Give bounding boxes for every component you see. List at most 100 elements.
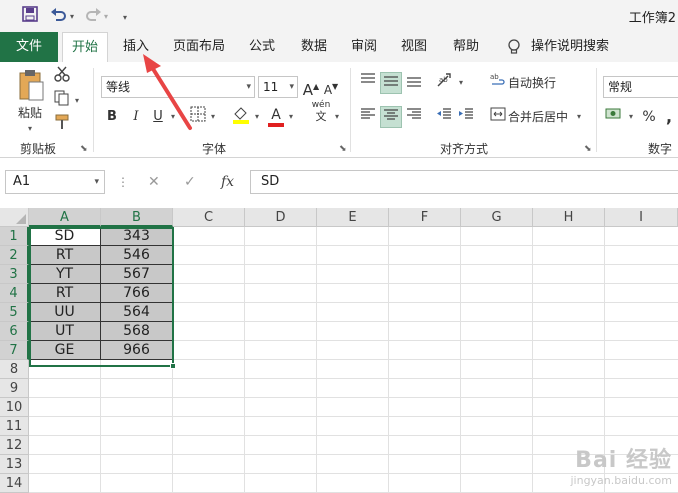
cell-b6[interactable]: 568 [101,322,173,341]
decrease-indent-icon[interactable] [434,106,454,128]
font-color-dropdown-icon[interactable]: ▾ [286,106,296,128]
column-header-g[interactable]: G [461,208,533,227]
row-header-12[interactable]: 12 [0,436,29,455]
redo-icon[interactable] [84,6,102,26]
cell-a7[interactable]: GE [29,341,101,360]
tell-me-search[interactable]: 操作说明搜索 [530,32,610,62]
merge-center-icon[interactable] [488,106,508,128]
insert-function-button[interactable]: fx [221,170,234,194]
cut-icon[interactable] [52,66,72,88]
percent-button[interactable]: % [640,106,658,128]
phonetic-dropdown-icon[interactable]: ▾ [332,106,342,128]
row-header-13[interactable]: 13 [0,455,29,474]
save-icon[interactable] [22,6,38,26]
align-top-icon[interactable] [358,72,378,94]
tab-page-layout[interactable]: 页面布局 [168,32,230,62]
paste-dropdown-icon[interactable]: ▾ [24,118,36,140]
wrap-text-icon[interactable]: ab [488,72,508,94]
fill-handle[interactable] [170,363,176,369]
accounting-dropdown-icon[interactable]: ▾ [626,106,636,128]
name-box[interactable]: A1 ▾ [5,170,105,194]
cell-b3[interactable]: 567 [101,265,173,284]
merge-dropdown-icon[interactable]: ▾ [574,106,584,128]
tab-file[interactable]: 文件 [0,32,58,62]
align-bottom-icon[interactable] [404,72,424,94]
fill-color-dropdown-icon[interactable]: ▾ [252,106,262,128]
align-middle-icon[interactable] [380,72,402,94]
shrink-font-button[interactable]: A▼ [322,76,340,98]
font-name-combo[interactable]: 等线 ▾ [101,76,255,98]
cell-b7[interactable]: 966 [101,341,173,360]
borders-dropdown-icon[interactable]: ▾ [208,106,218,128]
grow-font-button[interactable]: A▲ [302,76,320,99]
fill-color-icon[interactable] [230,106,252,128]
cell-a2[interactable]: RT [29,246,101,265]
borders-icon[interactable] [188,106,208,128]
confirm-entry-icon[interactable]: ✓ [184,170,196,194]
merge-center-button[interactable]: 合并后居中 [508,106,572,128]
column-header-e[interactable]: E [317,208,389,227]
select-all-corner[interactable] [0,208,29,227]
copy-dropdown-icon[interactable]: ▾ [72,90,82,112]
column-header-f[interactable]: F [389,208,461,227]
undo-dropdown-icon[interactable]: ▾ [70,7,74,27]
format-painter-icon[interactable] [52,114,72,136]
orientation-dropdown-icon[interactable]: ▾ [456,72,466,94]
align-left-icon[interactable] [358,106,378,128]
align-right-icon[interactable] [404,106,424,128]
underline-button[interactable]: U [149,106,167,128]
align-center-icon[interactable] [380,106,402,128]
font-launcher-icon[interactable]: ⬊ [339,144,347,154]
row-header-11[interactable]: 11 [0,417,29,436]
row-header-6[interactable]: 6 [0,322,29,341]
redo-dropdown-icon[interactable]: ▾ [104,7,108,27]
phonetic-guide-button[interactable]: wén 文 [310,100,332,126]
font-size-combo[interactable]: 11 ▾ [258,76,298,98]
more-options-icon[interactable]: ⋮ [117,170,129,194]
row-header-1[interactable]: 1 [0,227,29,246]
tab-help[interactable]: 帮助 [444,32,488,62]
orientation-icon[interactable]: ab [434,72,456,94]
cell-b1[interactable]: 343 [101,227,173,246]
wrap-text-button[interactable]: 自动换行 [508,72,558,94]
customize-qat-icon[interactable]: ▾ [123,8,127,28]
formula-input[interactable]: SD [250,170,678,194]
tab-insert[interactable]: 插入 [114,32,158,62]
row-header-3[interactable]: 3 [0,265,29,284]
cancel-entry-icon[interactable]: ✕ [148,170,160,194]
row-header-10[interactable]: 10 [0,398,29,417]
cell-b5[interactable]: 564 [101,303,173,322]
cell-a4[interactable]: RT [29,284,101,303]
column-header-d[interactable]: D [245,208,317,227]
bold-button[interactable]: B [103,106,121,128]
cell-a1[interactable]: SD [29,227,101,246]
row-header-14[interactable]: 14 [0,474,29,493]
row-header-5[interactable]: 5 [0,303,29,322]
comma-button[interactable]: , [662,106,676,128]
tab-formulas[interactable]: 公式 [240,32,284,62]
clipboard-launcher-icon[interactable]: ⬊ [80,144,88,154]
tab-review[interactable]: 审阅 [342,32,386,62]
increase-indent-icon[interactable] [456,106,476,128]
row-header-4[interactable]: 4 [0,284,29,303]
column-header-c[interactable]: C [173,208,245,227]
font-color-button[interactable]: A [266,104,286,127]
cell-a6[interactable]: UT [29,322,101,341]
row-header-9[interactable]: 9 [0,379,29,398]
column-header-a[interactable]: A [29,208,101,227]
cell-b2[interactable]: 546 [101,246,173,265]
underline-dropdown-icon[interactable]: ▾ [168,106,178,128]
row-header-7[interactable]: 7 [0,341,29,360]
column-header-i[interactable]: I [605,208,678,227]
tab-view[interactable]: 视图 [392,32,436,62]
italic-button[interactable]: I [127,106,145,128]
row-header-8[interactable]: 8 [0,360,29,379]
cell-a3[interactable]: YT [29,265,101,284]
cell-b4[interactable]: 766 [101,284,173,303]
alignment-launcher-icon[interactable]: ⬊ [584,144,592,154]
tab-data[interactable]: 数据 [292,32,336,62]
paste-icon[interactable] [16,68,46,104]
tab-home[interactable]: 开始 [62,32,108,63]
undo-icon[interactable] [50,6,68,26]
accounting-format-icon[interactable] [604,106,624,128]
